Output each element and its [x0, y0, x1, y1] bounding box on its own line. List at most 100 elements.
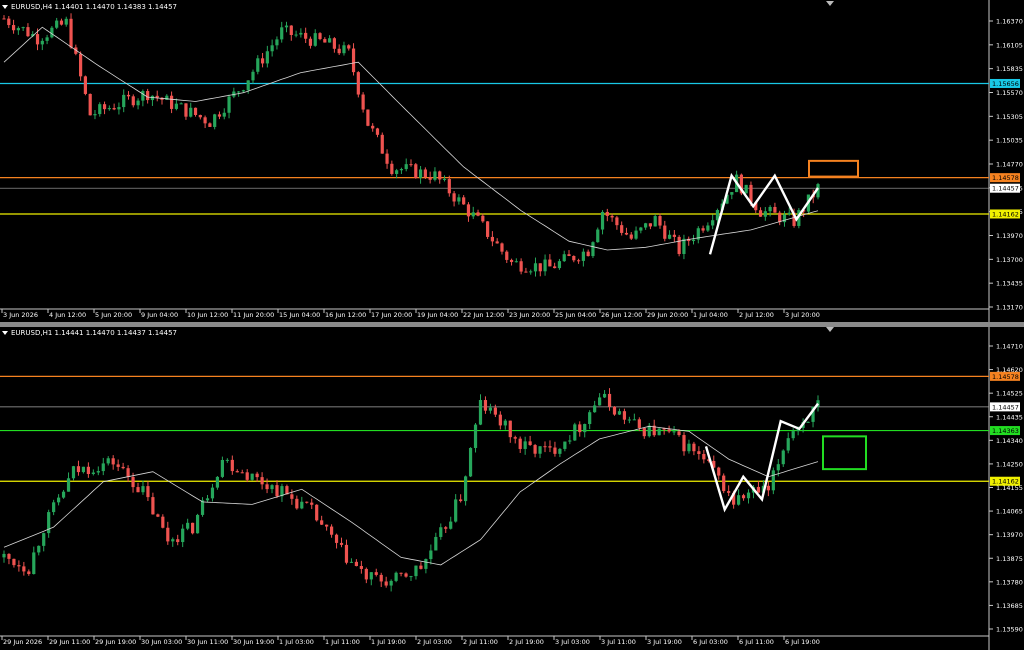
y-tick-label: 1.13970 [996, 531, 1023, 539]
candle-body [791, 431, 795, 439]
candle-body [313, 33, 317, 46]
h4-chart-svg[interactable]: EURUSD,H4 1.14401 1.14470 1.14383 1.1445… [0, 0, 1024, 322]
price-level-label: 1.14578 [992, 174, 1019, 182]
candle-body [428, 177, 432, 180]
candle-body [37, 545, 41, 553]
candle-body [505, 251, 509, 260]
candle-body [612, 406, 617, 415]
candle-body [617, 411, 622, 415]
candle-body [389, 580, 393, 586]
candle-body [344, 544, 349, 563]
candle-body [203, 117, 207, 124]
candle-body [529, 271, 533, 273]
y-tick-label: 1.15305 [996, 113, 1023, 121]
x-tick-label: 3 Jul 19:00 [647, 638, 682, 646]
candle-body [624, 232, 629, 235]
candle-body [131, 96, 135, 106]
candle-body [245, 472, 249, 480]
candle-body [220, 459, 224, 477]
h1-chart-pane[interactable]: EURUSD,H1 1.14441 1.14470 1.14437 1.1445… [0, 327, 1024, 650]
candle-body [572, 256, 576, 261]
candle-body [260, 477, 264, 485]
candle-body [334, 534, 339, 543]
candle-body [32, 552, 36, 575]
candle-body [166, 527, 170, 542]
h1-chart-svg[interactable]: EURUSD,H1 1.14441 1.14470 1.14437 1.1445… [0, 327, 1024, 650]
price-level-label: 1.15656 [992, 80, 1019, 88]
candle-body [270, 45, 274, 52]
x-tick-label: 29 Jun 20:00 [647, 311, 688, 319]
candle-body [771, 470, 775, 491]
candle-body [667, 234, 672, 239]
candle-body [677, 431, 681, 436]
candle-body [255, 473, 259, 478]
candle-body [434, 536, 438, 551]
candle-body [69, 18, 73, 48]
candle-body [513, 437, 517, 439]
x-tick-label: 30 Jun 03:00 [141, 638, 182, 646]
candle-body [186, 522, 190, 529]
candle-body [399, 572, 403, 574]
candle-body [195, 514, 200, 534]
candle-body [538, 263, 542, 272]
candle-body [682, 238, 686, 254]
y-tick-label: 1.13700 [996, 256, 1023, 264]
y-tick-label: 1.16105 [996, 41, 1023, 49]
candle-body [418, 169, 423, 178]
candle-body [533, 445, 537, 454]
candle-body [567, 254, 571, 257]
candle-body [459, 499, 463, 502]
candle-body [776, 464, 780, 471]
candle-body [444, 527, 448, 529]
x-tick-label: 29 Jun 11:00 [49, 638, 90, 646]
price-level-label: 1.14457 [992, 185, 1019, 193]
candle-body [230, 459, 234, 472]
candle-body [356, 72, 360, 95]
candle-body [240, 472, 244, 474]
y-tick-label: 1.13590 [996, 626, 1023, 634]
candle-body [498, 414, 502, 426]
candle-body [210, 487, 215, 499]
candle-body [364, 568, 368, 580]
candle-body [648, 223, 653, 227]
candle-body [568, 440, 572, 442]
candle-body [217, 114, 222, 117]
h4-chart-pane[interactable]: EURUSD,H4 1.14401 1.14470 1.14383 1.1445… [0, 0, 1024, 322]
candle-body [11, 25, 16, 31]
candle-body [736, 495, 741, 505]
candle-body [308, 38, 313, 46]
candle-body [385, 153, 389, 164]
candle-body [583, 424, 587, 433]
candle-body [478, 400, 483, 425]
x-tick-label: 2 Jul 19:00 [509, 638, 544, 646]
candle-body [361, 94, 365, 110]
candle-body [61, 491, 66, 498]
candle-body [290, 494, 294, 499]
candle-body [573, 424, 577, 441]
candle-body [476, 212, 480, 216]
x-tick-label: 9 Jun 04:00 [141, 311, 178, 319]
candle-body [56, 497, 61, 503]
candle-body [17, 565, 21, 567]
price-level-label: 1.14162 [992, 478, 1019, 486]
candle-body [256, 58, 260, 72]
candle-body [438, 171, 442, 180]
candle-body [620, 225, 624, 233]
candle-body [758, 210, 763, 217]
candle-body [627, 419, 631, 421]
candle-body [35, 34, 40, 45]
candle-body [299, 32, 303, 35]
candle-body [122, 94, 126, 108]
x-tick-label: 3 Jul 20:00 [785, 311, 820, 319]
candle-body [246, 80, 250, 91]
candle-body [553, 447, 557, 454]
candle-body [543, 259, 547, 272]
candle-body [198, 114, 202, 118]
y-tick-label: 1.14065 [996, 508, 1023, 516]
y-tick-label: 1.13170 [996, 304, 1023, 312]
candle-body [483, 400, 488, 411]
candle-body [227, 96, 231, 113]
y-tick-label: 1.14340 [996, 437, 1023, 445]
candle-body [514, 261, 518, 263]
candle-body [419, 565, 423, 569]
